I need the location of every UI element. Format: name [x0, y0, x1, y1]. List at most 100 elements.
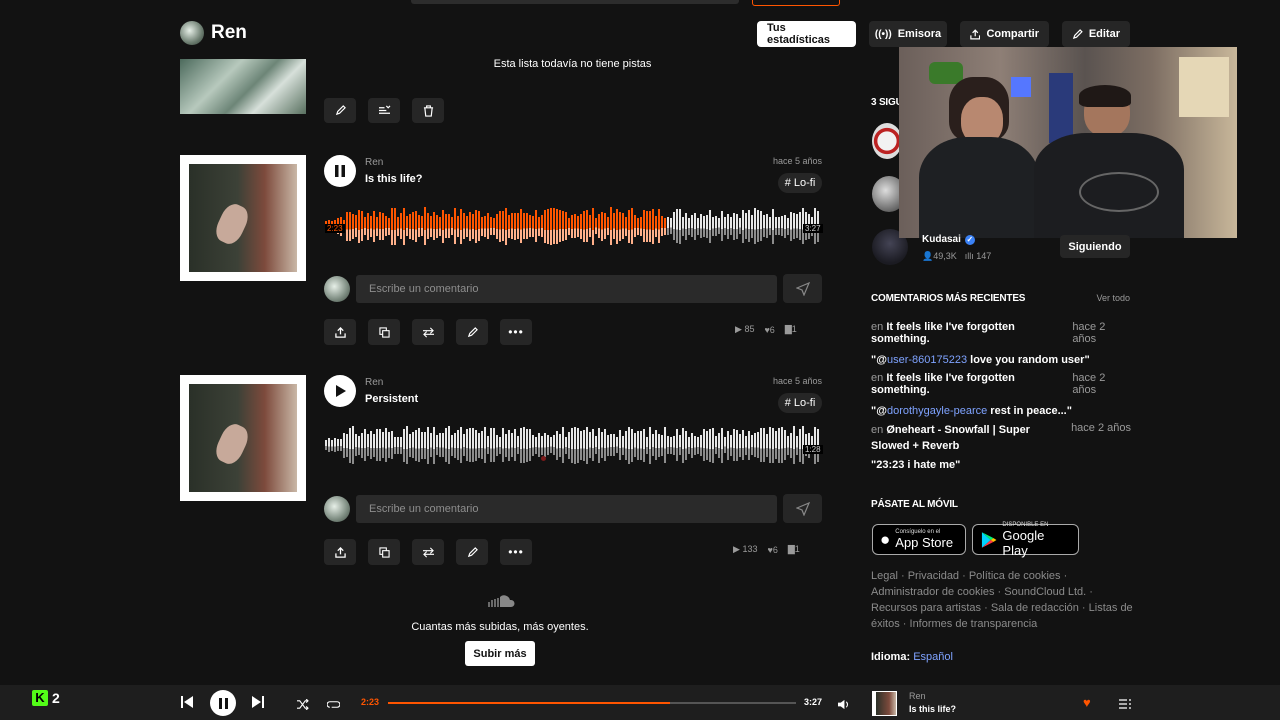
player-title[interactable]: Is this life? [909, 704, 956, 714]
comments-count[interactable]: ▇1 [785, 324, 797, 335]
app-store-button[interactable]: ● Consíguelo en el App Store [872, 524, 966, 555]
next-button[interactable] [251, 695, 265, 714]
send-comment-button[interactable] [783, 494, 822, 523]
google-play-button[interactable]: DISPONIBLE EN Google Play [972, 522, 1079, 558]
recent-comment[interactable]: en It feels like I've forgotten somethin… [871, 321, 1131, 366]
edit-button[interactable]: Editar [1062, 21, 1130, 47]
waveform-bar [556, 430, 558, 460]
more-options-button[interactable]: ••• [500, 539, 532, 565]
likes-count[interactable]: ♥6 [767, 545, 777, 555]
waveform-bar [589, 215, 591, 237]
waveform-bar [358, 209, 360, 243]
waveform-bar [718, 432, 720, 458]
waveform-bar [775, 217, 777, 235]
waveform-bar [784, 214, 786, 238]
track-share-button[interactable] [324, 539, 356, 565]
waveform-bar [664, 217, 666, 235]
plays-count: ▶ 85 [735, 324, 755, 334]
previous-button[interactable] [180, 695, 194, 714]
playlist-delete-button[interactable] [412, 98, 444, 123]
recent-comment[interactable]: en Øneheart - Snowfall | Super Slowed + … [871, 422, 1131, 471]
waveform-bar [628, 426, 630, 464]
share-button[interactable]: Compartir [960, 21, 1049, 47]
playlist-edit-button[interactable] [324, 98, 356, 123]
track-artist[interactable]: Ren [365, 377, 383, 388]
playlist-artwork[interactable] [180, 59, 306, 114]
track-waveform[interactable] [325, 205, 822, 247]
stats-button[interactable]: Tus estadísticas [757, 21, 856, 47]
volume-button[interactable] [837, 697, 850, 715]
following-name[interactable]: Kudasai ✓ [922, 234, 975, 245]
track-artist[interactable]: Ren [365, 157, 383, 168]
waveform-bar [463, 434, 465, 456]
waveform-bar [544, 433, 546, 457]
footer-links[interactable]: Legal · Privacidad · Política de cookies… [871, 568, 1133, 632]
queue-button[interactable] [1119, 697, 1131, 715]
waveform-bar [661, 216, 663, 236]
comment-input[interactable]: Escribe un comentario [356, 275, 777, 303]
track-artwork[interactable] [180, 375, 306, 501]
waveform-bar [565, 436, 567, 454]
waveform-bar [505, 207, 507, 245]
genre-tag[interactable]: # Lo-fi [778, 393, 822, 413]
genre-tag[interactable]: # Lo-fi [778, 173, 822, 193]
waveform-bar [532, 434, 534, 456]
artist-avatar[interactable] [180, 21, 204, 45]
player-artwork[interactable] [872, 691, 897, 716]
likes-count[interactable]: ♥6 [764, 325, 774, 335]
waveform-bar [382, 212, 384, 240]
waveform-bar [679, 208, 681, 244]
kick-logo[interactable]: K 2 [32, 690, 60, 706]
repeat-button[interactable] [326, 697, 341, 715]
station-button[interactable]: ((•)) Emisora [869, 21, 947, 47]
upload-more-button[interactable]: Subir más [465, 641, 535, 666]
waveform-bar [403, 428, 405, 462]
comments-count[interactable]: ▇1 [788, 544, 800, 555]
track-share-button[interactable] [324, 319, 356, 345]
following-avatar[interactable] [872, 123, 902, 159]
play-small-icon: ▶ [735, 324, 742, 334]
artist-name[interactable]: Ren [211, 22, 247, 44]
waveform-bar [718, 218, 720, 234]
waveform-bar [529, 429, 531, 461]
waveform-bar [394, 436, 396, 454]
waveform-bar [757, 432, 759, 458]
send-comment-button[interactable] [783, 274, 822, 303]
view-all-link[interactable]: Ver todo [1090, 293, 1130, 303]
track-edit-button[interactable] [456, 539, 488, 565]
waveform-bar [481, 431, 483, 459]
shuffle-button[interactable] [296, 697, 309, 715]
waveform-bar [697, 436, 699, 454]
track-title[interactable]: Is this life? [365, 173, 422, 185]
waveform-bar [409, 433, 411, 457]
track-title[interactable]: Persistent [365, 393, 418, 405]
player-progress-track[interactable] [388, 702, 796, 704]
track-edit-button[interactable] [456, 319, 488, 345]
copy-link-button[interactable] [368, 539, 400, 565]
repeat-icon [326, 701, 341, 708]
track-waveform[interactable] [325, 424, 822, 466]
track-artwork[interactable] [180, 155, 306, 281]
waveform-bar [436, 435, 438, 455]
recent-comment[interactable]: en It feels like I've forgotten somethin… [871, 372, 1131, 417]
language-selector[interactable]: Idioma: Español [871, 651, 953, 663]
waveform-bar [766, 214, 768, 238]
waveform-bar [442, 209, 444, 243]
repost-button[interactable] [412, 539, 444, 565]
repost-button[interactable] [412, 319, 444, 345]
playlist-tracks-button[interactable] [368, 98, 400, 123]
copy-link-button[interactable] [368, 319, 400, 345]
player-artist[interactable]: Ren [909, 691, 926, 701]
waveform-bar [448, 426, 450, 464]
waveform-bar [676, 209, 678, 243]
following-button[interactable]: Siguiendo [1060, 235, 1130, 258]
more-options-button[interactable]: ••• [500, 319, 532, 345]
following-section-title[interactable]: 3 SIGU [871, 97, 903, 108]
comment-input[interactable]: Escribe un comentario [356, 495, 777, 523]
waveform-bar [715, 436, 717, 454]
pause-button[interactable] [324, 155, 356, 187]
player-like-button[interactable]: ♥ [1083, 695, 1091, 710]
play-button[interactable] [324, 375, 356, 407]
waveform-comment-marker[interactable] [541, 456, 546, 461]
player-pause-button[interactable] [210, 690, 236, 716]
